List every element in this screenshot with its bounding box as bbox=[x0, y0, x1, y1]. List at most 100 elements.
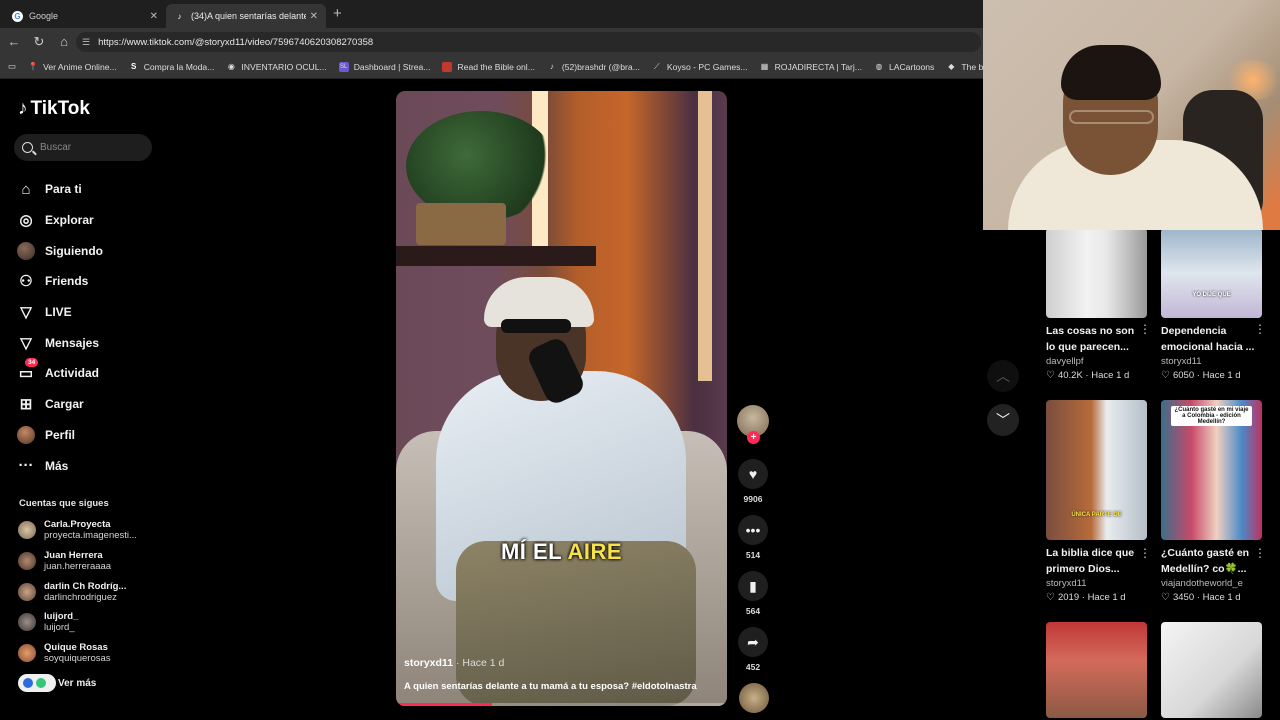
recommended-card[interactable] bbox=[1161, 622, 1262, 718]
reload-icon[interactable]: ↻ bbox=[28, 34, 50, 50]
recommended-card[interactable]: ¿Cuánto gasté en mi viaje a Colombia - e… bbox=[1161, 400, 1266, 603]
close-icon[interactable]: ✕ bbox=[310, 11, 318, 22]
search-input[interactable]: Buscar bbox=[14, 134, 152, 161]
video-progress-bar[interactable] bbox=[396, 703, 727, 706]
nav-item-cargar[interactable]: ⊞ Cargar bbox=[16, 389, 103, 420]
save-button[interactable]: ▮ 564 bbox=[737, 571, 769, 616]
bible-icon bbox=[442, 61, 453, 72]
author-name[interactable]: storyxd11 bbox=[404, 657, 453, 669]
nav-item-live[interactable]: ▽ LIVE bbox=[16, 297, 103, 328]
share-button[interactable]: ➦ 452 bbox=[737, 627, 769, 672]
more-options-icon[interactable]: ⋮ bbox=[1139, 546, 1151, 560]
card-user[interactable]: davyellpf bbox=[1046, 356, 1147, 367]
video-thumbnail[interactable] bbox=[1046, 228, 1147, 318]
recommended-card[interactable] bbox=[1046, 622, 1147, 718]
bookmarks-menu-icon[interactable]: ▭ bbox=[8, 61, 16, 72]
tab-tiktok[interactable]: ♪ (34)A quien sentarías delante a tu ✕ bbox=[166, 4, 326, 28]
video-thumbnail[interactable]: YO DIJE QUE bbox=[1161, 228, 1262, 318]
card-title-line: primero Dios... bbox=[1046, 563, 1120, 575]
following-account[interactable]: darlin Ch Rodríg... darlinchrodriguez bbox=[18, 576, 137, 607]
following-account[interactable]: luijord_ luijord_ bbox=[18, 607, 137, 638]
video-thumbnail[interactable] bbox=[1046, 622, 1147, 718]
video-player[interactable]: MÍ EL AIRE storyxd11 · Hace 1 d A quien … bbox=[396, 91, 727, 706]
more-options-icon[interactable]: ⋮ bbox=[1254, 322, 1266, 336]
home-icon[interactable]: ⌂ bbox=[53, 34, 75, 49]
nav-item-mensajes[interactable]: ▽ Mensajes bbox=[16, 327, 103, 358]
see-more-label: Ver más bbox=[58, 677, 97, 689]
back-icon[interactable]: ← bbox=[3, 34, 25, 49]
nav-item-mas[interactable]: ··· Más bbox=[16, 450, 103, 481]
caption-text: MÍ EL bbox=[500, 539, 562, 564]
bookmark-item[interactable]: ♪ (52)brashdr (@bra... bbox=[547, 62, 640, 72]
nav-item-actividad[interactable]: ▭ 34 Actividad bbox=[16, 358, 103, 389]
bookmark-item[interactable]: Read the Bible onl... bbox=[442, 61, 535, 72]
nav-item-perfil[interactable]: Perfil bbox=[16, 420, 103, 451]
video-description: A quien sentarías delante a tu mamá a tu… bbox=[404, 681, 697, 692]
extension-toggle-icon[interactable] bbox=[18, 674, 56, 692]
bookmark-label: ROJADIRECTA | Tarj... bbox=[774, 61, 862, 72]
nav-item-friends[interactable]: ⚇ Friends bbox=[16, 266, 103, 297]
bookmark-item[interactable]: ◍ LACartoons bbox=[874, 62, 934, 72]
recommended-card[interactable]: YO DIJE QUE Dependencia emocional hacia … bbox=[1161, 228, 1266, 381]
card-user[interactable]: storyxd11 bbox=[1161, 356, 1262, 367]
comment-icon: ••• bbox=[738, 515, 768, 545]
music-disc-icon[interactable] bbox=[739, 683, 769, 713]
author-avatar[interactable]: + bbox=[737, 405, 769, 444]
google-icon: G bbox=[12, 10, 23, 22]
video-author[interactable]: storyxd11 · Hace 1 d bbox=[404, 657, 504, 669]
tiktok-logo[interactable]: ♪ TikTok bbox=[18, 98, 90, 120]
more-options-icon[interactable]: ⋮ bbox=[1254, 546, 1266, 560]
close-icon[interactable]: ✕ bbox=[150, 11, 158, 22]
card-likes: 3450 bbox=[1172, 592, 1195, 603]
new-tab-button[interactable]: + bbox=[333, 5, 342, 22]
card-user[interactable]: viajandotheworld_e bbox=[1161, 578, 1262, 589]
next-video-button[interactable]: ﹀ bbox=[987, 404, 1019, 436]
chevron-down-icon: ﹀ bbox=[996, 412, 1010, 428]
bookmark-label: Ver Anime Online... bbox=[43, 61, 117, 72]
video-thumbnail[interactable] bbox=[1161, 622, 1262, 718]
following-account[interactable]: Carla.Proyecta proyecta.imagenesti... bbox=[18, 515, 137, 546]
recommended-card[interactable]: ÚNICA PARTE DE La biblia dice que primer… bbox=[1046, 400, 1151, 603]
tiktok-icon: ♪ bbox=[549, 62, 554, 71]
comment-button[interactable]: ••• 514 bbox=[737, 515, 769, 560]
share-count: 452 bbox=[745, 662, 761, 672]
video-thumbnail[interactable]: ¿Cuánto gasté en mi viaje a Colombia - e… bbox=[1161, 400, 1262, 540]
search-icon bbox=[22, 142, 33, 153]
nav-label: Explorar bbox=[45, 213, 94, 228]
bookmark-item[interactable]: ◉ INVENTARIO OCUL... bbox=[226, 62, 327, 72]
account-name: Quique Rosas bbox=[44, 642, 108, 654]
card-title[interactable]: Las cosas no son bbox=[1046, 323, 1147, 339]
recommended-card[interactable]: Las cosas no son lo que parecen... davye… bbox=[1046, 228, 1151, 381]
url-field[interactable]: ☰ https://www.tiktok.com/@storyxd11/vide… bbox=[76, 32, 981, 52]
like-button[interactable]: ♥ 9906 bbox=[737, 459, 769, 504]
heart-outline-icon: ♡ bbox=[1161, 592, 1170, 603]
see-more-link[interactable]: Ver más bbox=[18, 674, 96, 692]
nav-label: Perfil bbox=[45, 427, 76, 442]
previous-video-button[interactable]: ︿ bbox=[987, 360, 1019, 392]
nav-item-para-ti[interactable]: ⌂ Para ti bbox=[16, 174, 103, 205]
card-user[interactable]: storyxd11 bbox=[1046, 578, 1147, 589]
following-account[interactable]: Juan Herrera juan.herreraaaa bbox=[18, 546, 137, 577]
avatar bbox=[18, 613, 36, 632]
heart-outline-icon: ♡ bbox=[1046, 370, 1055, 381]
bookmark-item[interactable]: ⟋ Koyso - PC Games... bbox=[652, 62, 748, 72]
card-meta: ♡ 6050 · Hace 1 d bbox=[1161, 370, 1241, 381]
search-placeholder: Buscar bbox=[40, 142, 72, 153]
site-info-icon[interactable]: ☰ bbox=[82, 37, 90, 48]
thumbnail-text: ÚNICA PARTE DE bbox=[1071, 512, 1122, 518]
nav-item-explorar[interactable]: ◎ Explorar bbox=[16, 205, 103, 236]
nav-item-siguiendo[interactable]: Siguiendo bbox=[16, 235, 103, 266]
bookmark-item[interactable]: S Compra la Moda... bbox=[129, 62, 214, 72]
follow-plus-icon[interactable]: + bbox=[747, 431, 760, 444]
video-thumbnail[interactable]: ÚNICA PARTE DE bbox=[1046, 400, 1147, 540]
webcam-overlay bbox=[983, 0, 1280, 230]
tab-google[interactable]: G Google ✕ bbox=[4, 4, 166, 28]
bookmark-item[interactable]: SL Dashboard | Strea... bbox=[338, 61, 430, 72]
more-options-icon[interactable]: ⋮ bbox=[1139, 322, 1151, 336]
bookmark-item[interactable]: 📍 Ver Anime Online... bbox=[28, 62, 117, 72]
following-account[interactable]: Quique Rosas soyquiquerosas bbox=[18, 638, 137, 669]
video-frame-shelf bbox=[396, 246, 596, 266]
bookmark-label: LACartoons bbox=[888, 61, 935, 72]
bookmark-item[interactable]: ▦ ROJADIRECTA | Tarj... bbox=[760, 62, 862, 72]
bookmark-item[interactable]: ◆ The best st bbox=[946, 62, 985, 72]
